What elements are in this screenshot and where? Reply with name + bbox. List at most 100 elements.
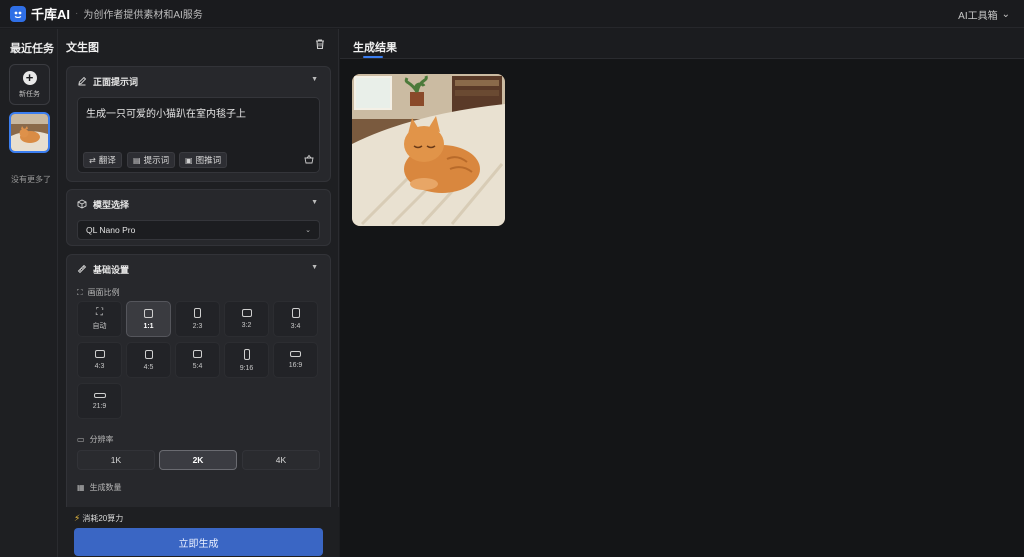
chevron-down-icon: ⌄	[1001, 9, 1010, 20]
collapse-caret-icon[interactable]: ▼	[311, 199, 318, 206]
resolution-label: 1K	[110, 455, 122, 465]
ratio-label: 3:4	[290, 323, 301, 330]
recent-task-thumbnail[interactable]	[9, 112, 50, 153]
basket-icon[interactable]	[304, 154, 314, 167]
recent-tasks-title: 最近任务	[10, 43, 54, 55]
new-task-label: 新任务	[19, 90, 40, 98]
portrait-icon	[291, 308, 300, 318]
ratio-option-4-5[interactable]: 4:5	[126, 342, 171, 378]
collapse-caret-icon[interactable]: ▼	[311, 76, 318, 83]
ratio-label: 16:9	[288, 362, 303, 369]
image-to-prompt-button[interactable]: ▣ 图推词	[179, 152, 228, 168]
model-card-header[interactable]: 模型选择	[77, 198, 129, 211]
generate-footer: ⚡ 消耗20算力 立即生成	[58, 507, 339, 557]
prompt-input[interactable]: 生成一只可爱的小猫趴在室内毯子上 ⇄ 翻译 ▤ 提示词 ▣ 图推词	[77, 97, 320, 173]
landscape-icon	[193, 350, 202, 358]
ratio-option-3-2[interactable]: 3:2	[224, 301, 269, 337]
recent-tasks-rail: 最近任务 + 新任务 没有更多了	[0, 29, 58, 557]
brand-separator: ·	[75, 8, 79, 19]
frame-icon: ⛶	[77, 287, 83, 297]
model-card: 模型选择 ▼ QL Nano Pro ⌄	[66, 189, 331, 246]
resolution-label: ▭ 分辨率	[77, 434, 114, 445]
image-icon: ▣	[185, 155, 193, 165]
cost-text: 消耗20算力	[82, 514, 124, 523]
text-to-image-panel: 文生图 正面提示词 ▼ 生成一只可爱的小猫趴在室内毯子上 ⇄ 翻译 ▤ 提示词 …	[58, 29, 339, 557]
brand-name: 千库AI	[31, 7, 71, 22]
logo-icon	[10, 5, 26, 22]
prompt-card-header[interactable]: 正面提示词	[77, 75, 138, 88]
active-tab-indicator	[363, 56, 383, 58]
resolution-1k[interactable]: 1K	[77, 450, 155, 470]
resolution-4k[interactable]: 4K	[242, 450, 320, 470]
ratio-label: 自动	[92, 323, 107, 330]
landscape-icon	[290, 351, 301, 357]
resolution-options: 1K 2K 4K	[77, 450, 322, 470]
translate-icon: ⇄	[89, 155, 96, 165]
ratio-option-3-4[interactable]: 3:4	[273, 301, 318, 337]
resolution-text: 分辨率	[89, 435, 114, 444]
ratio-label: 4:3	[94, 363, 105, 370]
result-area: 生成结果	[340, 29, 1024, 557]
ratio-option-4-3[interactable]: 4:3	[77, 342, 122, 378]
generated-image[interactable]	[352, 74, 505, 226]
resolution-label: 2K	[192, 455, 204, 465]
plus-icon: +	[22, 70, 37, 85]
ratio-option-1-1[interactable]: 1:1	[126, 301, 171, 337]
portrait-icon	[243, 348, 250, 360]
ratio-option-16-9[interactable]: 16:9	[273, 342, 318, 378]
no-more-label: 没有更多了	[11, 175, 51, 184]
result-tab-bar: 生成结果	[340, 29, 1024, 59]
ratio-option-auto[interactable]: ⛶ 自动	[77, 301, 122, 337]
prompt-library-button[interactable]: ▤ 提示词	[127, 152, 176, 168]
resolution-2k[interactable]: 2K	[159, 450, 237, 470]
tab-results[interactable]: 生成结果	[353, 39, 397, 55]
ai-toolbox-label: AI工具箱	[958, 11, 998, 22]
new-task-button[interactable]: + 新任务	[9, 64, 50, 105]
ratio-label: 1:1	[143, 322, 154, 330]
model-select[interactable]: QL Nano Pro ⌄	[77, 220, 320, 240]
ratio-option-5-4[interactable]: 5:4	[175, 342, 220, 378]
collapse-caret-icon[interactable]: ▼	[311, 264, 318, 271]
edit-pen-icon	[77, 76, 87, 88]
square-icon	[144, 308, 153, 318]
ratio-label: 3:2	[241, 322, 252, 329]
translate-button[interactable]: ⇄ 翻译	[83, 152, 122, 168]
document-icon: ▤	[133, 155, 141, 165]
grid-icon: ▦	[77, 483, 85, 492]
top-bar: 千库AI · 为创作者提供素材和AI服务 AI工具箱 ⌄	[0, 0, 1024, 28]
aspect-ratio-label: ⛶ 画面比例	[77, 287, 120, 298]
prompt-card-title: 正面提示词	[93, 77, 139, 87]
ratio-label: 5:4	[192, 363, 203, 370]
ratio-label: 9:16	[239, 364, 254, 372]
chevron-down-icon: ⌄	[305, 227, 311, 234]
ratio-label: 21:9	[92, 402, 107, 410]
count-label: ▦ 生成数量	[77, 482, 122, 493]
ai-toolbox-menu[interactable]: AI工具箱 ⌄	[958, 7, 1010, 22]
ratio-option-9-16[interactable]: 9:16	[224, 342, 269, 378]
count-text: 生成数量	[89, 483, 122, 492]
cost-info: ⚡ 消耗20算力	[74, 513, 123, 524]
expand-icon: ⛶	[96, 307, 103, 318]
wide-icon	[93, 392, 106, 398]
trash-icon[interactable]	[314, 38, 328, 52]
translate-label: 翻译	[98, 155, 116, 165]
basic-settings-header[interactable]: 基础设置	[77, 263, 129, 276]
panel-title: 文生图	[66, 42, 99, 54]
cube-icon	[77, 198, 87, 211]
brand-logo[interactable]: 千库AI	[10, 4, 70, 23]
ratio-label: 4:5	[143, 363, 154, 371]
portrait-icon	[194, 308, 201, 318]
model-select-value: QL Nano Pro	[86, 225, 136, 235]
generate-label: 立即生成	[178, 538, 219, 550]
ratio-label: 2:3	[192, 323, 203, 330]
prompt-text[interactable]: 生成一只可爱的小猫趴在室内毯子上	[86, 105, 246, 120]
resolution-label: 4K	[275, 455, 287, 465]
aspect-ratio-text: 画面比例	[87, 288, 120, 297]
image-to-prompt-label: 图推词	[195, 155, 222, 165]
ratio-option-21-9[interactable]: 21:9	[77, 383, 122, 419]
ratio-option-2-3[interactable]: 2:3	[175, 301, 220, 337]
generate-button[interactable]: 立即生成	[74, 528, 323, 556]
landscape-icon	[94, 350, 105, 358]
basic-settings-title: 基础设置	[93, 265, 130, 275]
ruler-icon	[77, 264, 87, 276]
